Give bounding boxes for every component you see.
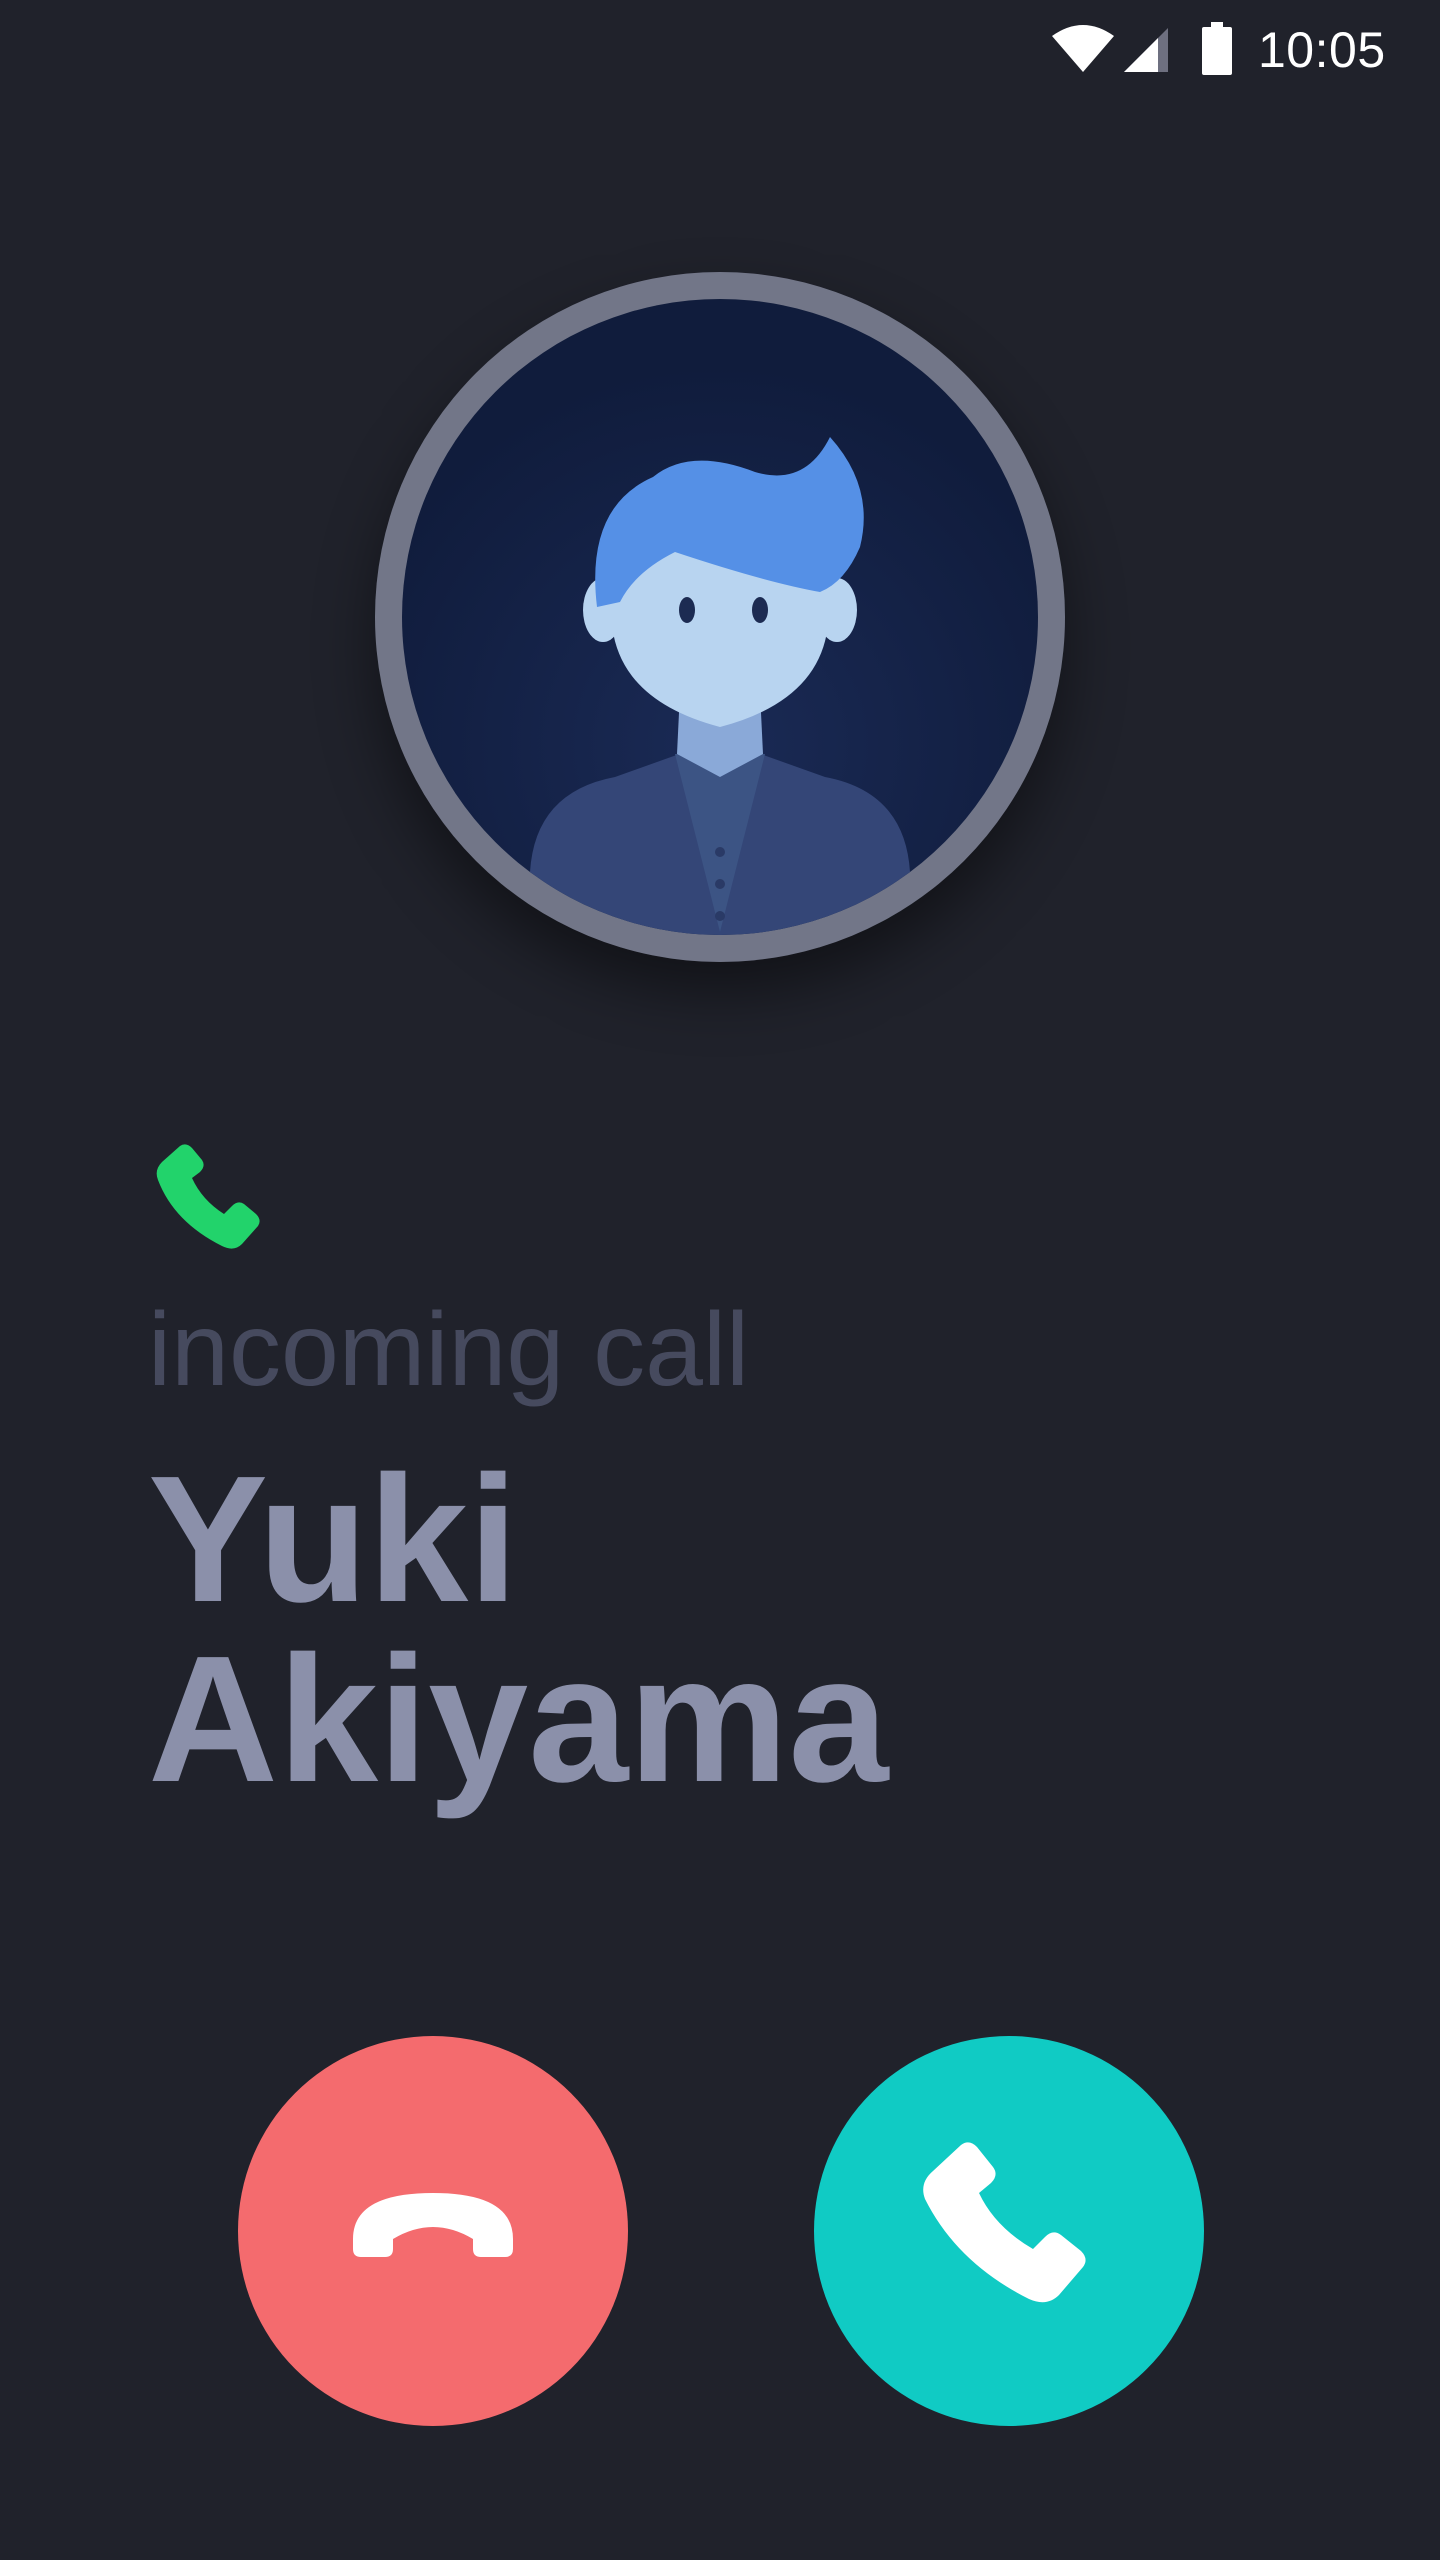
- status-bar: 10:05: [0, 0, 1440, 100]
- cellular-signal-icon: [1124, 28, 1168, 72]
- caller-name: Yuki Akiyama: [148, 1450, 1248, 1810]
- caller-avatar: [375, 272, 1065, 962]
- wifi-icon: [1052, 25, 1114, 72]
- phone-icon: [923, 2142, 1086, 2303]
- call-status-label: incoming call: [148, 1292, 750, 1408]
- phone-icon: [156, 1144, 260, 1249]
- caller-last-name: Akiyama: [148, 1619, 889, 1820]
- caller-first-name: Yuki: [148, 1439, 519, 1640]
- battery-icon: [1202, 22, 1232, 75]
- decline-call-button[interactable]: [238, 2036, 628, 2426]
- clock-time: 10:05: [1258, 22, 1386, 78]
- person-avatar-illustration: [375, 272, 1065, 962]
- incoming-call-screen: 10:05 incoming call Yuki Akiyama: [0, 0, 1440, 2560]
- accept-call-button[interactable]: [814, 2036, 1204, 2426]
- hang-up-icon: [353, 2193, 513, 2257]
